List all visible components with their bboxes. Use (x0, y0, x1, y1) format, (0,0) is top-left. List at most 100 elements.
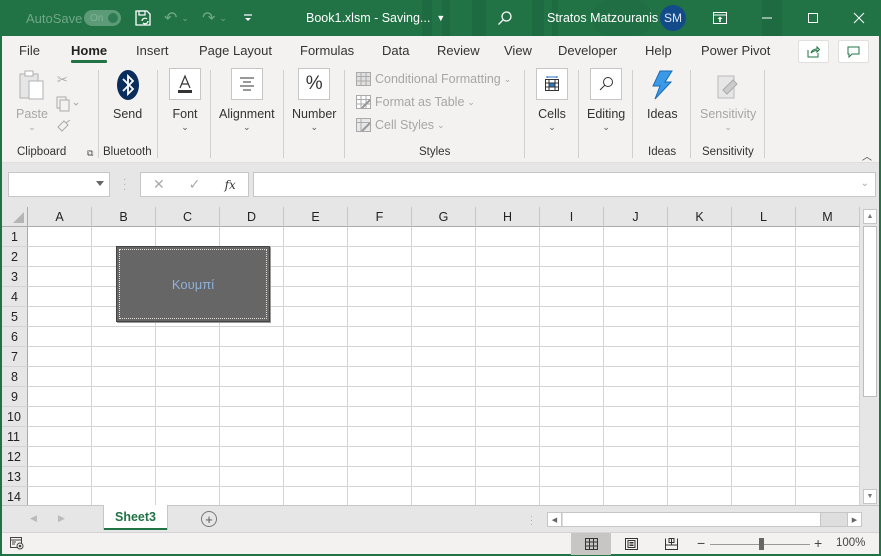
row-header-6[interactable]: 6 (2, 327, 28, 347)
select-all-button[interactable] (2, 207, 28, 227)
insert-function-icon[interactable]: fx (212, 178, 248, 192)
row-header-11[interactable]: 11 (2, 427, 28, 447)
row-header-10[interactable]: 10 (2, 407, 28, 427)
column-header-i[interactable]: I (540, 207, 604, 227)
zoom-slider-thumb[interactable] (759, 538, 764, 550)
cells-button[interactable]: Cells ⌄ (536, 68, 568, 133)
vertical-scrollbar[interactable]: ▲ ▼ (861, 207, 879, 505)
row-header-9[interactable]: 9 (2, 387, 28, 407)
avatar[interactable]: SM (660, 0, 686, 36)
close-icon[interactable] (836, 0, 881, 36)
zoom-level[interactable]: 100% (836, 537, 865, 549)
column-header-d[interactable]: D (220, 207, 284, 227)
font-button[interactable]: Font ⌄ (169, 68, 201, 133)
sensitivity-button[interactable]: Sensitivity ⌄ (700, 68, 756, 133)
horizontal-scrollbar[interactable]: ◀ ▶ (547, 512, 862, 527)
column-header-m[interactable]: M (796, 207, 860, 227)
scroll-up-icon[interactable]: ▲ (863, 209, 877, 224)
previous-sheet-icon[interactable]: ◀ (30, 513, 37, 524)
search-icon[interactable] (497, 0, 513, 36)
column-header-a[interactable]: A (28, 207, 92, 227)
ribbon-display-icon[interactable] (697, 0, 743, 36)
cell-styles-button[interactable]: Cell Styles ⌄ (356, 118, 445, 132)
row-header-3[interactable]: 3 (2, 267, 28, 287)
cancel-icon[interactable]: ✕ (141, 176, 177, 193)
column-header-b[interactable]: B (92, 207, 156, 227)
cut-icon[interactable]: ✂ (57, 72, 68, 88)
page-break-preview-button[interactable] (651, 533, 691, 555)
tab-power-pivot[interactable]: Power Pivot (701, 36, 770, 65)
column-header-g[interactable]: G (412, 207, 476, 227)
editing-button[interactable]: Editing ⌄ (587, 68, 625, 133)
tab-file[interactable]: File (19, 36, 40, 65)
tab-home[interactable]: Home (71, 36, 108, 65)
add-sheet-icon[interactable]: + (201, 511, 217, 527)
minimize-icon[interactable] (744, 0, 790, 36)
maximize-icon[interactable] (790, 0, 836, 36)
undo-icon[interactable]: ↶ ⌄ (164, 0, 189, 36)
format-as-table-button[interactable]: Format as Table ⌄ (356, 95, 475, 109)
column-header-f[interactable]: F (348, 207, 412, 227)
row-header-12[interactable]: 12 (2, 447, 28, 467)
scroll-down-icon[interactable]: ▼ (863, 489, 877, 504)
column-header-l[interactable]: L (732, 207, 796, 227)
scroll-right-icon[interactable]: ▶ (847, 513, 861, 526)
scroll-left-icon[interactable]: ◀ (548, 513, 562, 526)
row-header-7[interactable]: 7 (2, 347, 28, 367)
customize-qat-icon[interactable] (243, 0, 253, 36)
tab-review[interactable]: Review (437, 36, 480, 65)
tab-split-handle[interactable]: · · · (530, 512, 533, 529)
number-button[interactable]: % Number ⌄ (292, 68, 336, 133)
column-header-e[interactable]: E (284, 207, 348, 227)
paste-button[interactable]: Paste ⌄ (16, 68, 48, 133)
name-box[interactable] (8, 172, 110, 197)
row-header-4[interactable]: 4 (2, 287, 28, 307)
resize-handle[interactable]: · · · (123, 175, 126, 195)
macro-recording-icon[interactable] (10, 537, 24, 553)
form-control-button[interactable]: Κουμπί (116, 246, 270, 322)
save-icon[interactable] (134, 0, 152, 36)
column-header-c[interactable]: C (156, 207, 220, 227)
zoom-in-button[interactable]: + (814, 535, 822, 551)
bluetooth-send-button[interactable]: Send (113, 68, 142, 121)
column-header-j[interactable]: J (604, 207, 668, 227)
autosave-toggle[interactable]: On (84, 0, 121, 36)
copy-icon[interactable] (56, 96, 80, 115)
expand-formula-bar-icon[interactable]: ⌄ (861, 178, 869, 189)
conditional-formatting-button[interactable]: Conditional Formatting ⌄ (356, 72, 511, 86)
ideas-button[interactable]: Ideas (647, 68, 678, 121)
tab-insert[interactable]: Insert (136, 36, 169, 65)
dialog-launcher-icon[interactable]: ⧉ (87, 148, 93, 159)
collapse-ribbon-icon[interactable]: ︿ (862, 148, 872, 163)
share-button[interactable] (798, 40, 829, 63)
tab-view[interactable]: View (504, 36, 532, 65)
enter-icon[interactable]: ✓ (177, 176, 213, 193)
redo-icon[interactable]: ↷ ⌄ (202, 0, 227, 36)
document-title[interactable]: Book1.xlsm - Saving... ▼ (306, 0, 445, 36)
row-header-5[interactable]: 5 (2, 307, 28, 327)
alignment-button[interactable]: Alignment ⌄ (219, 68, 275, 133)
format-painter-icon[interactable] (56, 119, 72, 136)
formula-input[interactable]: ⌄ (253, 172, 876, 197)
next-sheet-icon[interactable]: ▶ (58, 513, 65, 524)
chevron-down-icon[interactable] (96, 181, 104, 186)
tab-formulas[interactable]: Formulas (300, 36, 354, 65)
column-header-k[interactable]: K (668, 207, 732, 227)
sheet-tab-sheet3[interactable]: Sheet3 (103, 505, 168, 530)
column-header-h[interactable]: H (476, 207, 540, 227)
zoom-out-button[interactable]: − (697, 535, 705, 551)
row-header-13[interactable]: 13 (2, 467, 28, 487)
row-header-1[interactable]: 1 (2, 227, 28, 247)
tab-help[interactable]: Help (645, 36, 672, 65)
row-header-14[interactable]: 14 (2, 487, 28, 505)
horizontal-scroll-thumb[interactable] (563, 513, 821, 526)
row-header-8[interactable]: 8 (2, 367, 28, 387)
normal-view-button[interactable] (571, 533, 611, 555)
page-layout-view-button[interactable] (611, 533, 651, 555)
tab-data[interactable]: Data (382, 36, 409, 65)
tab-page-layout[interactable]: Page Layout (199, 36, 272, 65)
tab-developer[interactable]: Developer (558, 36, 617, 65)
vertical-scroll-thumb[interactable] (863, 226, 877, 397)
user-name[interactable]: Stratos Matzouranis (547, 0, 658, 36)
row-header-2[interactable]: 2 (2, 247, 28, 267)
